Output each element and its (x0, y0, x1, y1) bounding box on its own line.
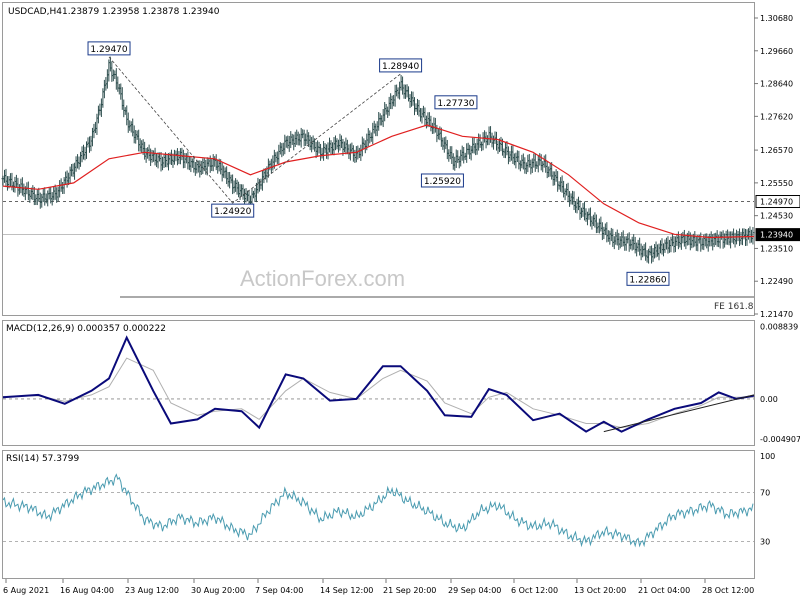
price-tick-label: 1.21470 (760, 310, 793, 319)
price-tick-label: 1.27620 (760, 112, 793, 121)
symbol-label: USDCAD,H4 (8, 7, 62, 17)
x-tick-label: 21 Sep 20:00 (383, 586, 436, 595)
price-tick-label: 1.26570 (760, 146, 793, 155)
pivot-label: 1.24920 (214, 207, 251, 217)
x-tick-label: 6 Aug 2021 (3, 586, 49, 595)
rsi-tick-label: 30 (760, 537, 770, 546)
x-tick-label: 23 Aug 12:00 (125, 586, 179, 595)
price-tick-label: 1.23510 (760, 244, 793, 253)
macd-tick-label: 0.008839 (760, 323, 798, 332)
price-tag-label: 1.23940 (760, 231, 793, 240)
rsi-title: RSI(14) 57.3799 (6, 454, 79, 464)
usdcad-chart: ActionForex.com 1.30680 1.29660 1.28640 1.2… (0, 0, 800, 600)
price-tick-label: 1.22490 (760, 277, 793, 286)
pivot-label: 1.27730 (437, 99, 474, 109)
rsi-tick-label: 100 (760, 452, 775, 461)
price-tag-label: 1.24970 (760, 198, 793, 207)
x-tick-label: 7 Sep 04:00 (255, 586, 303, 595)
x-tick-label: 29 Sep 04:00 (448, 586, 501, 595)
price-tick-label: 1.29660 (760, 47, 793, 56)
price-tick-label: 1.25550 (760, 179, 793, 188)
pivot-label: 1.25920 (424, 177, 461, 187)
pivot-label: 1.29470 (90, 45, 127, 55)
x-tick-label: 28 Oct 12:00 (702, 586, 754, 595)
rsi-tick-label: 70 (760, 489, 770, 498)
x-tick-label: 30 Aug 20:00 (191, 586, 245, 595)
ohlc-readout: 1.23879 1.23958 1.23878 1.23940 (62, 7, 220, 17)
price-tick-label: 1.30680 (760, 14, 793, 23)
x-tick-label: 14 Sep 12:00 (320, 586, 373, 595)
macd-title: MACD(12,26,9) 0.000357 0.000222 (6, 324, 166, 334)
x-tick-label: 21 Oct 04:00 (638, 586, 690, 595)
watermark: ActionForex.com (240, 266, 405, 291)
x-tick-label: 6 Oct 12:00 (511, 586, 558, 595)
price-tick-label: 1.24530 (760, 212, 793, 221)
x-tick-label: 16 Aug 04:00 (60, 586, 114, 595)
x-tick-label: 13 Oct 20:00 (574, 586, 626, 595)
pivot-label: 1.28940 (382, 62, 419, 72)
price-tick-label: 1.28640 (760, 80, 793, 89)
macd-tick-label: 0.00 (760, 395, 778, 404)
fib-extension-label: FE 161.8 (714, 302, 754, 312)
macd-tick-label: -0.004907 (760, 435, 800, 444)
pivot-label: 1.22860 (629, 275, 666, 285)
